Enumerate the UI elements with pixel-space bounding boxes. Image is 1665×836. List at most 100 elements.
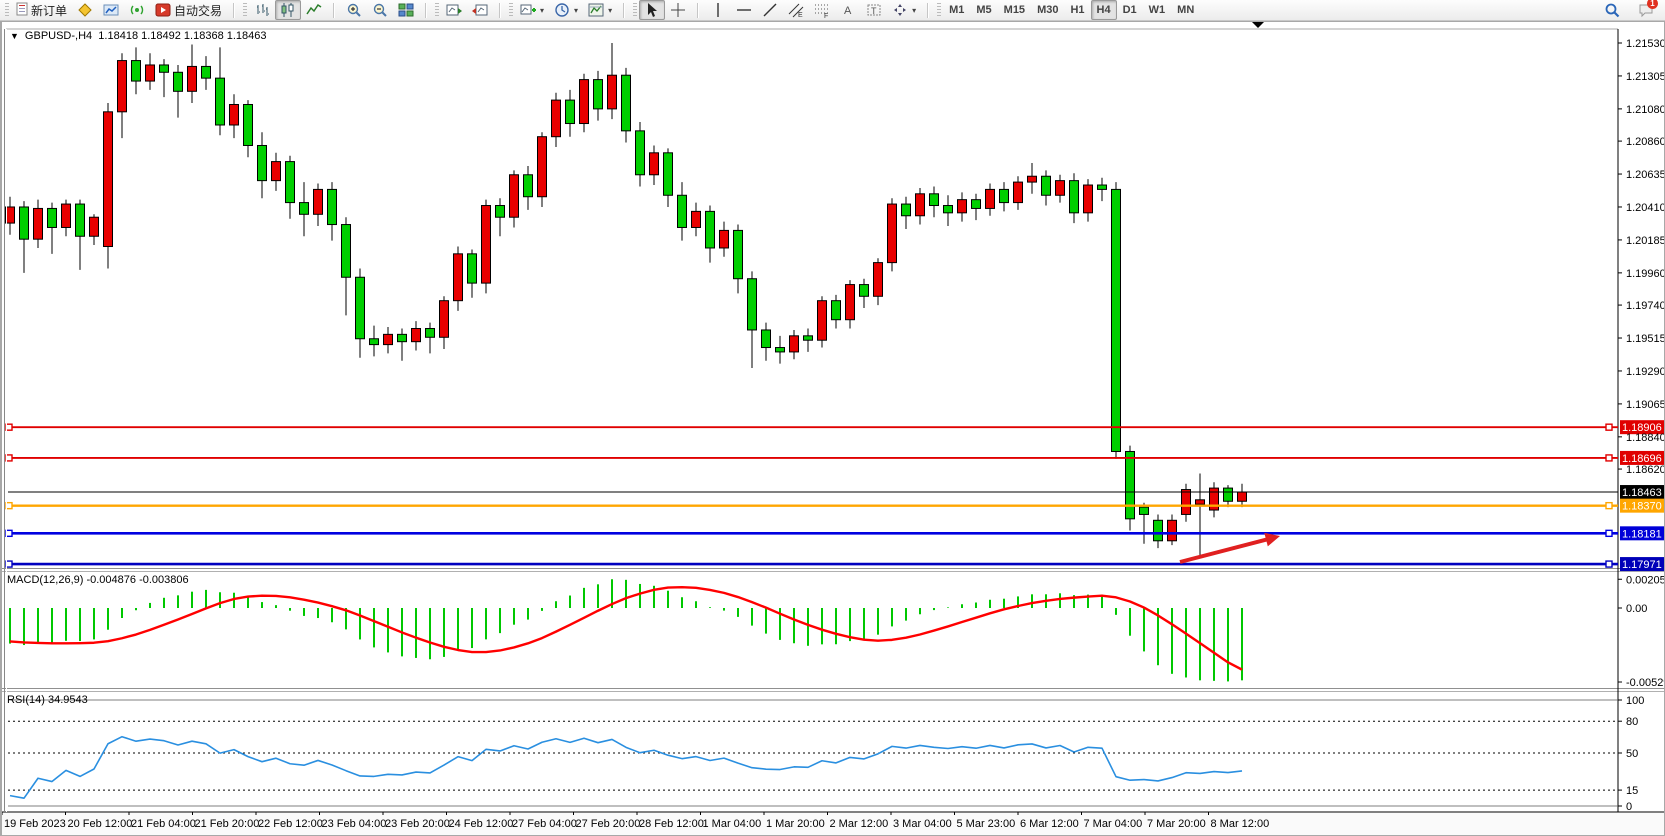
price-tag-text: 1.18181 bbox=[1622, 528, 1662, 540]
timeframe-button-W1[interactable]: W1 bbox=[1143, 0, 1172, 20]
horizontal-line-icon bbox=[736, 2, 752, 18]
chart-title-symbol: GBPUSD-,H4 bbox=[25, 30, 92, 42]
vertical-line-button[interactable] bbox=[705, 0, 731, 20]
toolbar-grip bbox=[243, 3, 247, 17]
vertical-line-icon bbox=[710, 2, 726, 18]
time-axis-label: 20 Feb 12:00 bbox=[68, 818, 133, 830]
timeframe-button-M5[interactable]: M5 bbox=[970, 0, 997, 20]
toolbar-grip bbox=[435, 3, 439, 17]
bucket-icon bbox=[77, 2, 93, 18]
time-axis-label: 24 Feb 12:00 bbox=[449, 818, 514, 830]
signal-button[interactable] bbox=[124, 0, 150, 20]
template-icon bbox=[588, 2, 604, 18]
horizontal-line-button[interactable] bbox=[731, 0, 757, 20]
candle bbox=[972, 200, 981, 209]
candle bbox=[1126, 451, 1135, 518]
candle bbox=[818, 301, 827, 341]
candle bbox=[384, 334, 393, 344]
line-chart-icon bbox=[306, 2, 322, 18]
candle bbox=[160, 65, 169, 72]
candlestick-button[interactable] bbox=[275, 0, 301, 20]
time-axis-label: 21 Feb 04:00 bbox=[131, 818, 196, 830]
bucket-button[interactable] bbox=[72, 0, 98, 20]
label-button[interactable]: T bbox=[861, 0, 887, 20]
collapse-triangle-icon[interactable]: ▼ bbox=[10, 31, 19, 41]
timeframe-button-D1[interactable]: D1 bbox=[1117, 0, 1143, 20]
toolbar-separator bbox=[697, 3, 699, 18]
trend-arrow[interactable] bbox=[1180, 539, 1270, 562]
tile-windows-button[interactable] bbox=[393, 0, 419, 20]
rsi-axis-label: 15 bbox=[1626, 785, 1638, 797]
candle bbox=[538, 137, 547, 197]
candle bbox=[874, 263, 883, 297]
chart-canvas[interactable]: 1.189061.186961.184631.183701.181811.179… bbox=[0, 21, 1665, 836]
period-button[interactable]: ▾ bbox=[549, 0, 583, 20]
time-axis-label: 22 Feb 12:00 bbox=[258, 818, 323, 830]
candle bbox=[706, 211, 715, 248]
arrange-left-button[interactable] bbox=[441, 0, 467, 20]
line-anchor bbox=[1606, 455, 1612, 461]
timeframe-group: M1M5M15M30H1H4D1W1MN bbox=[932, 0, 1203, 20]
timeframe-button-M30[interactable]: M30 bbox=[1031, 0, 1064, 20]
time-axis-label: 5 Mar 23:00 bbox=[957, 818, 1016, 830]
candle bbox=[650, 153, 659, 175]
candle bbox=[678, 195, 687, 227]
price-axis-label: 1.20185 bbox=[1626, 235, 1665, 247]
new-order-button[interactable]: 新订单 bbox=[11, 0, 72, 20]
candle bbox=[636, 131, 645, 175]
arrange-right-button[interactable] bbox=[467, 0, 493, 20]
time-axis-label: 1 Mar 04:00 bbox=[703, 818, 762, 830]
text-label-icon: T bbox=[866, 2, 882, 18]
trendline-button[interactable] bbox=[757, 0, 783, 20]
chevron-down-icon: ▾ bbox=[540, 6, 544, 15]
crosshair-button[interactable] bbox=[665, 0, 691, 20]
channel-button[interactable]: E bbox=[783, 0, 809, 20]
line-chart-button[interactable] bbox=[301, 0, 327, 20]
macd-axis-label: 0.00 bbox=[1626, 603, 1647, 615]
macd-layer bbox=[10, 579, 1242, 681]
candle bbox=[412, 328, 421, 341]
zoom-out-button[interactable] bbox=[367, 0, 393, 20]
zoom-in-button[interactable] bbox=[341, 0, 367, 20]
time-axis-label: 27 Feb 04:00 bbox=[512, 818, 577, 830]
time-axis-label: 23 Feb 20:00 bbox=[385, 818, 450, 830]
search-button[interactable] bbox=[1599, 0, 1625, 20]
add-indicator-button[interactable]: ▾ bbox=[515, 0, 549, 20]
fibonacci-button[interactable]: F bbox=[809, 0, 835, 20]
candle bbox=[370, 339, 379, 345]
price-axis-label: 1.19740 bbox=[1626, 300, 1665, 312]
zoom-out-icon bbox=[372, 2, 388, 18]
template-button[interactable]: ▾ bbox=[583, 0, 617, 20]
candle bbox=[146, 65, 155, 81]
cursor-button[interactable] bbox=[639, 0, 665, 20]
timeframe-button-M15[interactable]: M15 bbox=[998, 0, 1031, 20]
text-button[interactable]: A bbox=[835, 0, 861, 20]
price-tag-text: 1.18370 bbox=[1622, 501, 1662, 513]
autotrading-button[interactable]: 自动交易 bbox=[150, 0, 227, 20]
chart-profile-icon bbox=[103, 2, 119, 18]
time-axis-label: 23 Feb 04:00 bbox=[322, 818, 387, 830]
chevron-down-icon: ▾ bbox=[912, 6, 916, 15]
candle bbox=[860, 285, 869, 297]
toolbar-grip bbox=[633, 3, 637, 17]
chart-profile-button[interactable] bbox=[98, 0, 124, 20]
toolbar-grip bbox=[509, 3, 513, 17]
candle bbox=[342, 225, 351, 278]
svg-text:E: E bbox=[798, 12, 803, 18]
line-anchor bbox=[1606, 424, 1612, 430]
timeframe-button-H1[interactable]: H1 bbox=[1064, 0, 1090, 20]
arrows-button[interactable]: ▾ bbox=[887, 0, 921, 20]
autotrading-label: 自动交易 bbox=[174, 2, 222, 19]
crosshair-icon bbox=[670, 2, 686, 18]
candle bbox=[300, 203, 309, 215]
timeframe-button-M1[interactable]: M1 bbox=[943, 0, 970, 20]
price-axis-label: 1.21080 bbox=[1626, 104, 1665, 116]
candle bbox=[776, 348, 785, 352]
price-tag-text: 1.18463 bbox=[1622, 487, 1662, 499]
timeframe-button-MN[interactable]: MN bbox=[1171, 0, 1200, 20]
notifications-button[interactable]: 1 bbox=[1633, 0, 1659, 20]
candle bbox=[314, 189, 323, 214]
timeframe-button-H4[interactable]: H4 bbox=[1091, 0, 1117, 20]
bar-chart-button[interactable] bbox=[249, 0, 275, 20]
candle bbox=[846, 285, 855, 320]
